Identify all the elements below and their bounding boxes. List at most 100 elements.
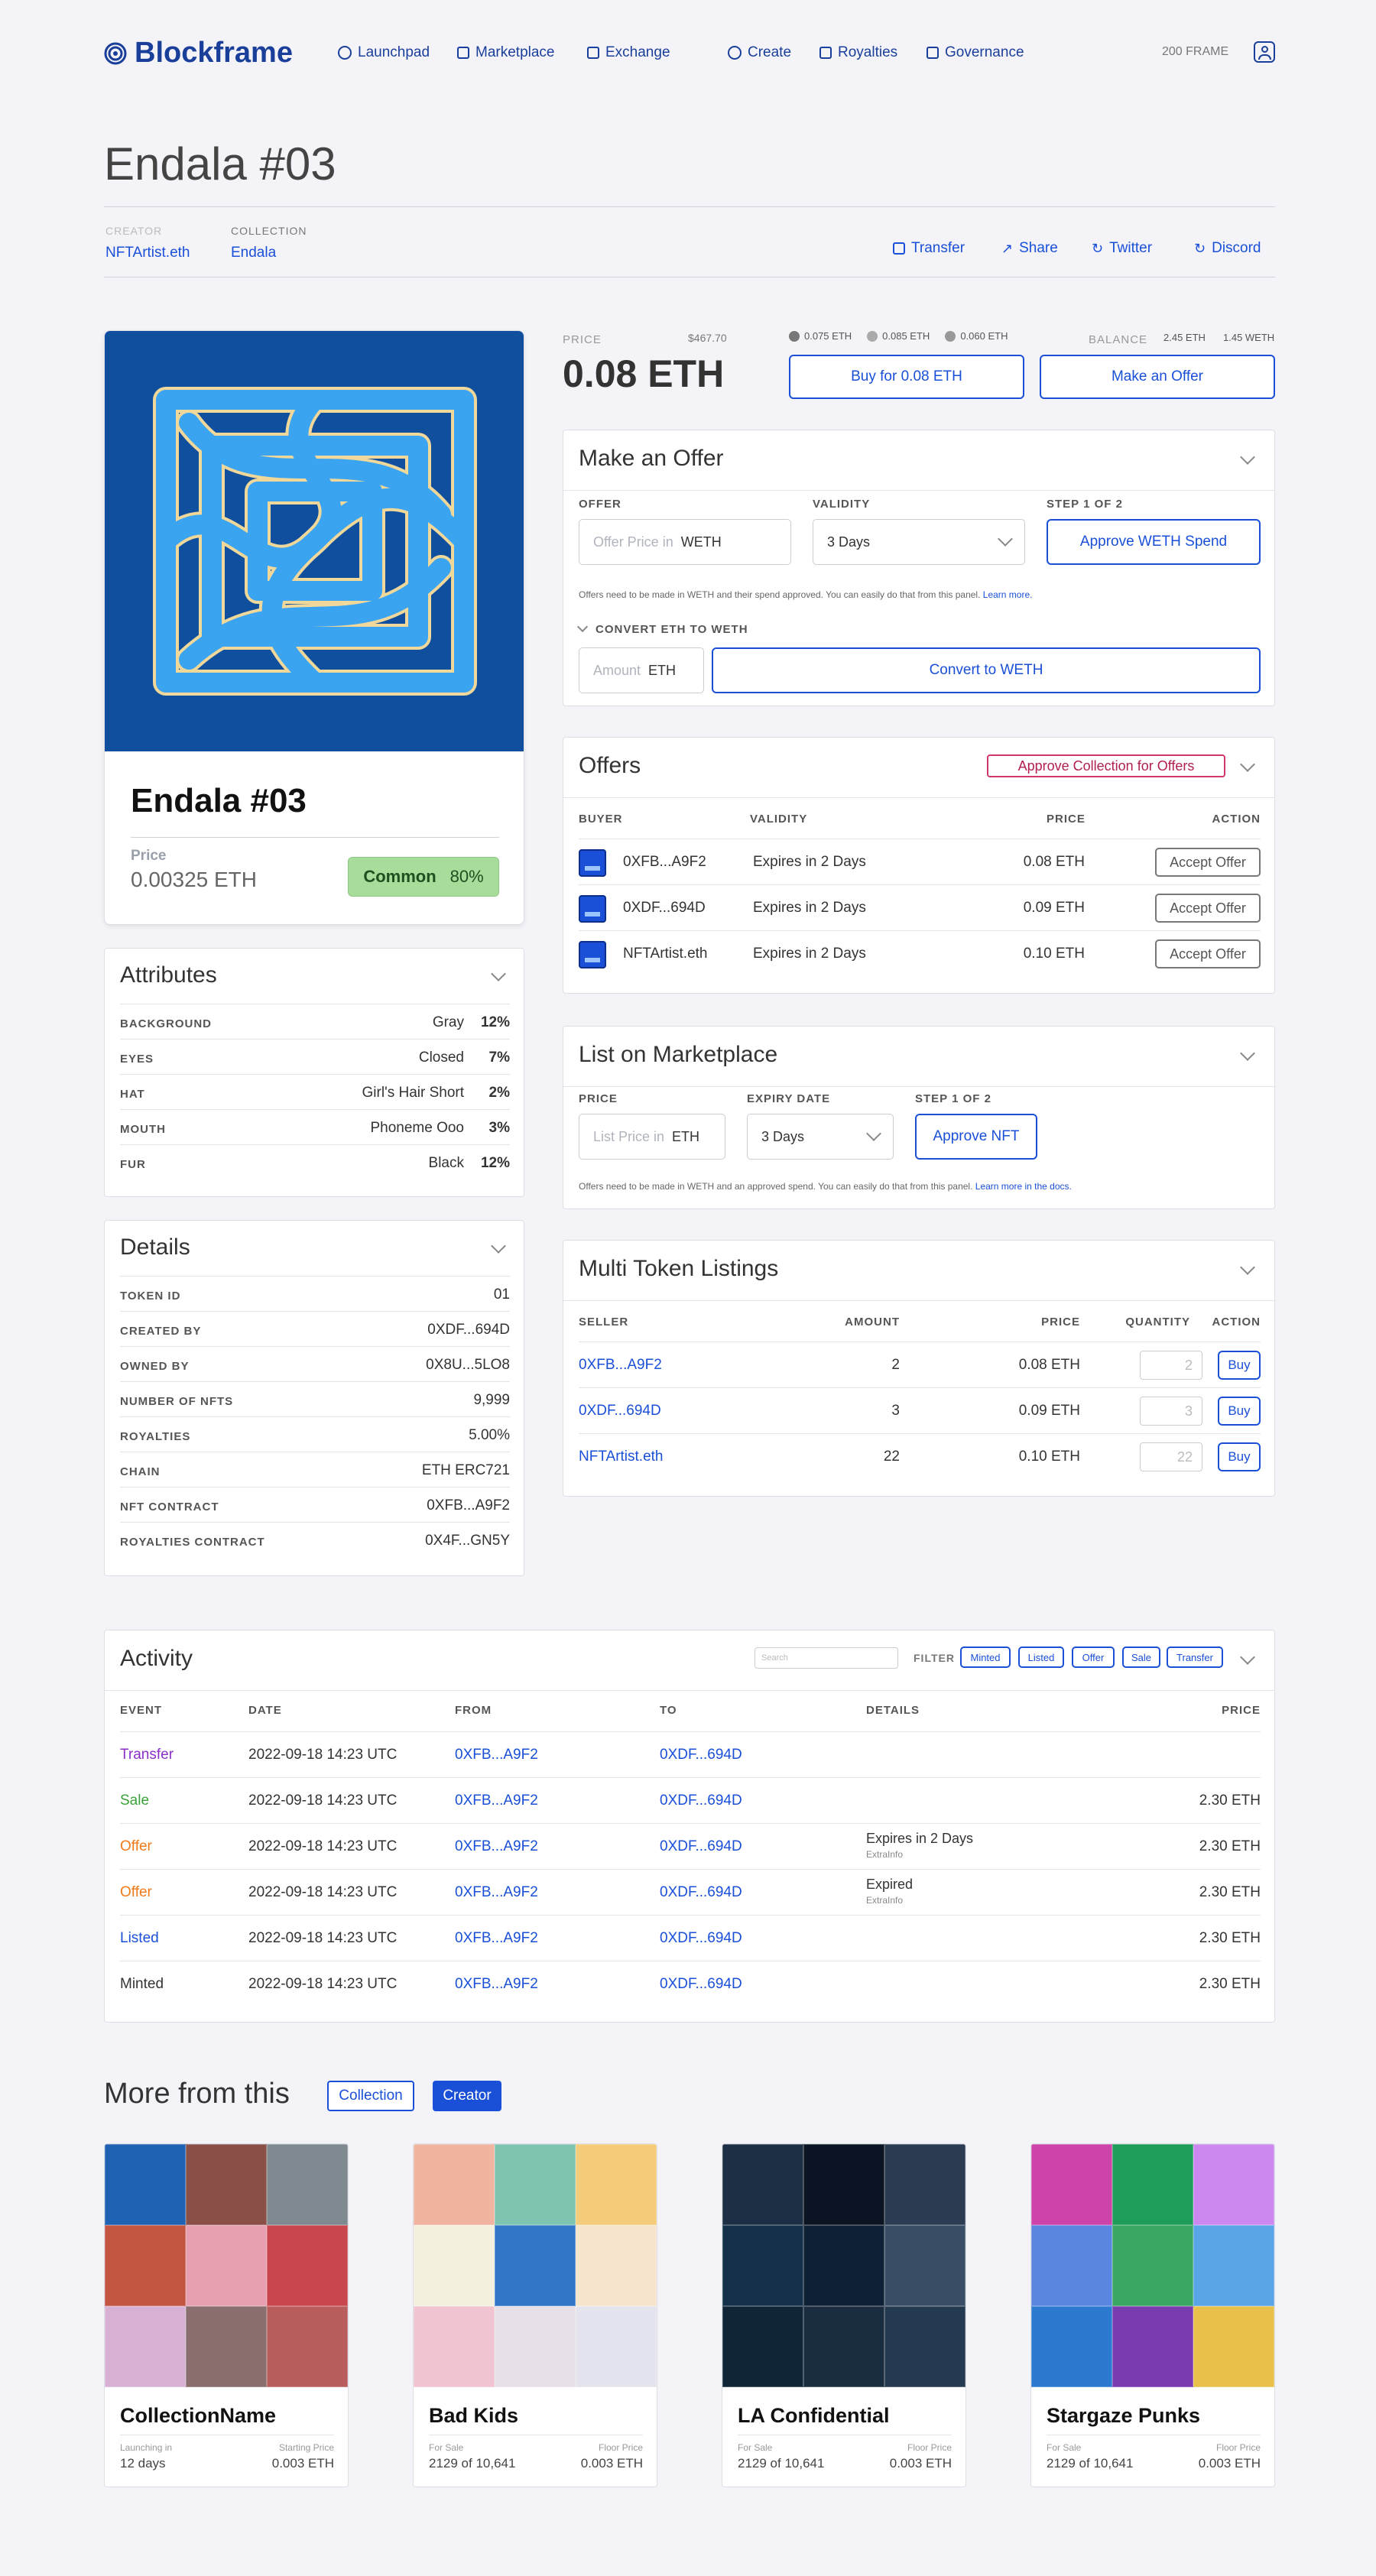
offer-validity: Expires in 2 Days (753, 946, 866, 962)
tab-collection[interactable]: Collection (327, 2081, 414, 2111)
buy-button[interactable]: Buy for 0.08 ETH (789, 355, 1024, 399)
transfer-button[interactable]: Transfer (893, 240, 965, 257)
activity-event: Offer (120, 1884, 152, 1900)
thumbs-up-icon (927, 47, 939, 59)
convert-toggle[interactable]: CONVERT ETH TO WETH (576, 621, 748, 636)
collection-thumbnail (803, 2225, 884, 2306)
collection-link[interactable]: Endala (231, 245, 276, 261)
filter-offer[interactable]: Offer (1072, 1646, 1115, 1668)
activity-from[interactable]: 0XFB...A9F2 (455, 1930, 538, 1947)
accept-offer-button[interactable]: Accept Offer (1155, 894, 1261, 923)
expiry-select[interactable]: 3 Days (747, 1114, 894, 1160)
filter-listed[interactable]: Listed (1018, 1646, 1064, 1668)
filter-minted[interactable]: Minted (960, 1646, 1011, 1668)
activity-from[interactable]: 0XFB...A9F2 (455, 1838, 538, 1855)
user-icon[interactable] (1254, 41, 1275, 63)
activity-date: 2022-09-18 14:23 UTC (248, 1976, 398, 1992)
chevron-down-icon[interactable] (1240, 449, 1255, 465)
convert-amount-input[interactable]: Amount ETH (579, 647, 704, 693)
approve-nft-button[interactable]: Approve NFT (915, 1114, 1037, 1160)
convert-button[interactable]: Convert to WETH (712, 647, 1261, 693)
buy-button[interactable]: Buy (1218, 1397, 1261, 1426)
accept-offer-button[interactable]: Accept Offer (1155, 848, 1261, 877)
nft-card: Endala #03 Price 0.00325 ETH Common 80% (104, 330, 524, 925)
activity-to[interactable]: 0XDF...694D (660, 1747, 742, 1763)
activity-to[interactable]: 0XDF...694D (660, 1838, 742, 1855)
list-price-input[interactable]: List Price in ETH (579, 1114, 725, 1160)
validity-select[interactable]: 3 Days (813, 519, 1025, 565)
row-divider (120, 1416, 510, 1417)
discord-button[interactable]: ↻ Discord (1194, 240, 1261, 257)
current-price: 0.08 ETH (563, 352, 725, 395)
row-divider (120, 1144, 510, 1145)
seller-link[interactable]: 0XDF...694D (579, 1403, 661, 1419)
activity-date: 2022-09-18 14:23 UTC (248, 1838, 398, 1854)
approve-weth-button[interactable]: Approve WETH Spend (1047, 519, 1261, 565)
chevron-down-icon[interactable] (1240, 1650, 1255, 1665)
offer-buyer: 0XFB...A9F2 (623, 854, 706, 870)
make-offer-button[interactable]: Make an Offer (1040, 355, 1275, 399)
filter-transfer[interactable]: Transfer (1167, 1646, 1223, 1668)
activity-to[interactable]: 0XDF...694D (660, 1930, 742, 1947)
share-button[interactable]: ↗ Share (1001, 240, 1058, 257)
collection-card[interactable]: CollectionName Launching in 12 days Startin… (104, 2143, 349, 2487)
activity-from[interactable]: 0XFB...A9F2 (455, 1792, 538, 1809)
nav-marketplace[interactable]: Marketplace (457, 44, 555, 61)
nav-exchange[interactable]: Exchange (587, 44, 670, 61)
activity-from[interactable]: 0XFB...A9F2 (455, 1976, 538, 1993)
nav-royalties[interactable]: Royalties (819, 44, 897, 61)
chevron-down-icon[interactable] (1240, 1260, 1255, 1275)
collection-card[interactable]: LA Confidential For Sale 2129 of 10,641 Flo… (722, 2143, 966, 2487)
chevron-down-icon[interactable] (1240, 757, 1255, 772)
make-offer-title: Make an Offer (579, 446, 724, 471)
row-divider (120, 1915, 1261, 1916)
chevron-down-icon[interactable] (491, 966, 506, 981)
buy-button[interactable]: Buy (1218, 1442, 1261, 1471)
creator-link[interactable]: NFTArtist.eth (105, 245, 190, 261)
nft-artwork[interactable] (105, 331, 524, 751)
activity-to[interactable]: 0XDF...694D (660, 1792, 742, 1809)
learn-more-link[interactable]: Learn more. (983, 589, 1033, 600)
user-icon (945, 330, 956, 342)
nav-launchpad[interactable]: Launchpad (338, 44, 430, 61)
attribute-value: Girl's Hair Short (362, 1085, 464, 1101)
attribute-value: Phoneme Ooo (370, 1120, 464, 1136)
avatar-detail (585, 866, 600, 871)
nav-governance[interactable]: Governance (927, 44, 1024, 61)
collection-card[interactable]: Bad Kids For Sale 2129 of 10,641 Floor Pric… (413, 2143, 657, 2487)
detail-value: 5.00% (469, 1427, 510, 1443)
chevron-down-icon[interactable] (1240, 1046, 1255, 1061)
row-divider (579, 1387, 1261, 1388)
frame-balance: 200 FRAME (1162, 45, 1229, 58)
offer-price: 0.10 ETH (1023, 946, 1085, 962)
activity-from[interactable]: 0XFB...A9F2 (455, 1884, 538, 1901)
activity-from[interactable]: 0XFB...A9F2 (455, 1747, 538, 1763)
collection-card[interactable]: Stargaze Punks For Sale 2129 of 10,641 Floo… (1030, 2143, 1275, 2487)
activity-date: 2022-09-18 14:23 UTC (248, 1747, 398, 1763)
activity-to[interactable]: 0XDF...694D (660, 1976, 742, 1993)
chevron-down-icon[interactable] (491, 1238, 506, 1254)
collection-thumbnail (576, 2225, 657, 2306)
filter-sale[interactable]: Sale (1122, 1646, 1160, 1668)
card-title: CollectionName (120, 2404, 277, 2427)
offer-price-input[interactable]: Offer Price in WETH (579, 519, 791, 565)
tab-creator[interactable]: Creator (433, 2081, 501, 2111)
activity-to[interactable]: 0XDF...694D (660, 1884, 742, 1901)
activity-search-input[interactable]: Search (755, 1647, 898, 1669)
quantity-input[interactable]: 2 (1140, 1351, 1202, 1380)
seller-link[interactable]: NFTArtist.eth (579, 1449, 664, 1465)
seller-link[interactable]: 0XFB...A9F2 (579, 1357, 662, 1374)
docs-link[interactable]: Learn more in the docs. (975, 1181, 1072, 1192)
activity-event: Listed (120, 1930, 159, 1946)
twitter-button[interactable]: ↻ Twitter (1092, 240, 1152, 257)
approve-collection-button[interactable]: Approve Collection for Offers (987, 754, 1225, 777)
collection-thumbnail (722, 2306, 803, 2387)
quantity-input[interactable]: 3 (1140, 1397, 1202, 1426)
collection-thumbnail (576, 2144, 657, 2225)
nav-create[interactable]: Create (728, 44, 791, 61)
accept-offer-button[interactable]: Accept Offer (1155, 939, 1261, 968)
quantity-input[interactable]: 22 (1140, 1442, 1202, 1471)
collection-label: COLLECTION (231, 225, 307, 237)
buy-button[interactable]: Buy (1218, 1351, 1261, 1380)
brand-logo[interactable]: Blockframe (104, 37, 293, 70)
